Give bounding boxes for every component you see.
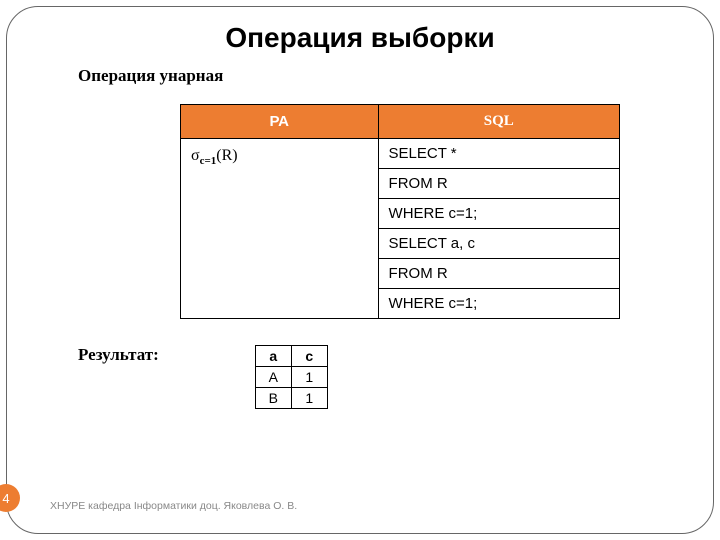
sql1-line2: FROM R <box>378 169 619 199</box>
sql2-line3: WHERE c=1; <box>378 289 619 319</box>
header-sql: SQL <box>378 105 619 139</box>
table-row: B 1 <box>255 388 327 409</box>
table-row: a c <box>255 346 327 367</box>
page-title: Операция выборки <box>50 22 670 54</box>
table-row: A 1 <box>255 367 327 388</box>
sql2-line1: SELECT a, c <box>378 229 619 259</box>
sql2-line2: FROM R <box>378 259 619 289</box>
result-table: a c A 1 B 1 <box>255 345 328 409</box>
header-ra: РА <box>181 105 379 139</box>
footer-text: ХНУРЕ кафедра Інформатики доц. Яковлева … <box>50 500 297 512</box>
sql1-line1: SELECT * <box>378 139 619 169</box>
result-label: Результат: <box>78 345 159 365</box>
ra-sql-table: РА SQL σc=1(R) SELECT * FROM R WHERE c=1… <box>180 104 620 319</box>
sql1-line3: WHERE c=1; <box>378 199 619 229</box>
subtitle: Операция унарная <box>78 66 670 86</box>
slide-number: 4 <box>0 484 20 512</box>
ra-expression: σc=1(R) <box>181 139 379 319</box>
